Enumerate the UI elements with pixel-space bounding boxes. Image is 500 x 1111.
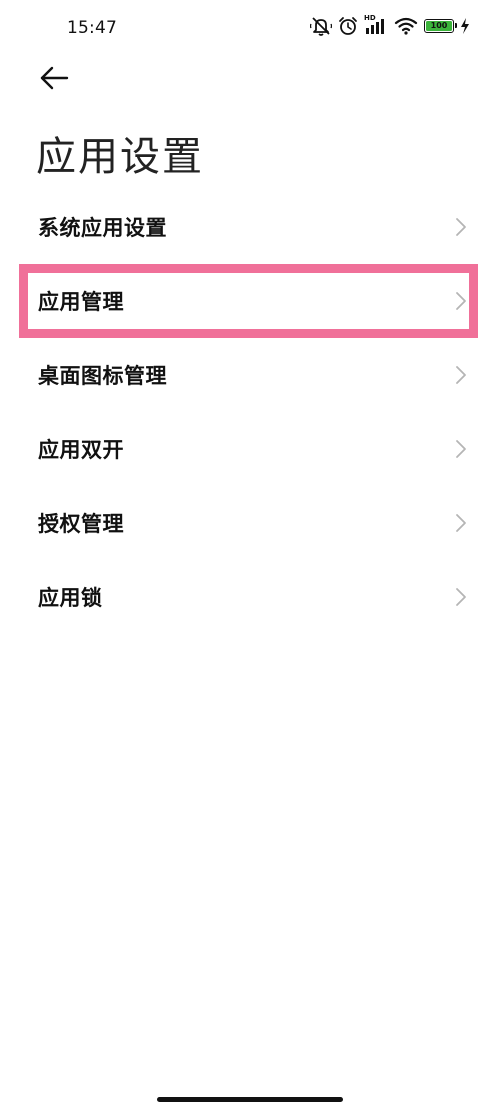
battery-icon: 100 (424, 19, 457, 33)
chevron-right-icon (456, 588, 466, 606)
chevron-right-icon (456, 292, 466, 310)
menu-item-label: 系统应用设置 (38, 216, 167, 240)
menu-item-dual-apps[interactable]: 应用双开 (0, 412, 500, 486)
chevron-right-icon (456, 440, 466, 458)
menu-item-label: 应用锁 (38, 586, 103, 610)
menu-item-permission-management[interactable]: 授权管理 (0, 486, 500, 560)
status-time: 15:47 (67, 18, 117, 38)
menu-item-label: 应用双开 (38, 438, 124, 462)
menu-item-desktop-icon-management[interactable]: 桌面图标管理 (0, 338, 500, 412)
alarm-icon (338, 16, 358, 36)
page-title: 应用设置 (36, 134, 204, 180)
menu-item-app-management[interactable]: 应用管理 (0, 264, 500, 338)
mute-vibrate-icon (310, 16, 332, 36)
battery-level: 100 (430, 21, 448, 30)
chevron-right-icon (456, 366, 466, 384)
home-indicator[interactable] (157, 1097, 343, 1102)
battery-fill: 100 (426, 21, 452, 31)
signal-icon: HD (364, 14, 388, 36)
arrow-left-icon (39, 66, 69, 94)
status-icons: HD 100 (310, 14, 470, 36)
wifi-icon (394, 16, 418, 36)
battery-cap (455, 23, 457, 28)
menu-item-label: 桌面图标管理 (38, 364, 167, 388)
back-button[interactable] (34, 62, 74, 98)
status-bar: 15:47 HD 100 (0, 0, 500, 56)
chevron-right-icon (456, 218, 466, 236)
menu-item-label: 应用管理 (38, 290, 124, 314)
menu-item-app-lock[interactable]: 应用锁 (0, 560, 500, 634)
chevron-right-icon (456, 514, 466, 532)
menu-item-label: 授权管理 (38, 512, 124, 536)
charging-icon (460, 17, 470, 35)
settings-menu-list: 系统应用设置 应用管理 桌面图标管理 应用双开 授权管理 应用锁 (0, 190, 500, 634)
menu-item-system-app-settings[interactable]: 系统应用设置 (0, 190, 500, 264)
